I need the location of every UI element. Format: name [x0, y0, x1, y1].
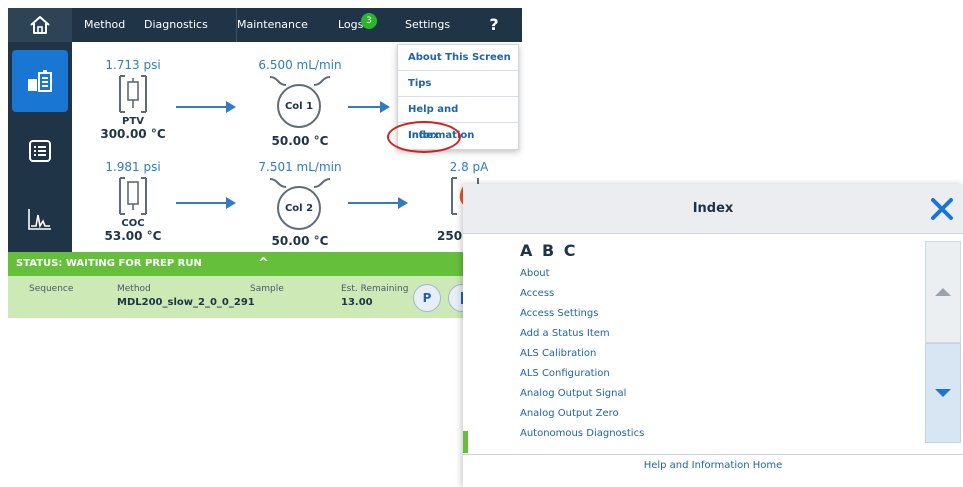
status-text: STATUS: WAITING FOR PREP RUN: [16, 258, 202, 269]
dialog-header: Index: [463, 184, 963, 234]
menu-maintenance[interactable]: Maintenance: [237, 8, 308, 42]
index-dialog: Index A B C About Access Access Settings…: [463, 184, 963, 487]
status-expand-chevron-icon[interactable]: ^: [258, 252, 269, 276]
column2-temperature: 50.00 °C: [271, 234, 329, 248]
list-icon: [29, 140, 51, 162]
detector-signal: 2.8 pA: [449, 160, 489, 174]
prep-run-button[interactable]: P: [413, 284, 441, 312]
sidebar-item-instrument[interactable]: [12, 50, 68, 112]
scroll-up-button[interactable]: [925, 241, 961, 343]
index-entry-add-status-item[interactable]: Add a Status Item: [520, 324, 644, 344]
close-icon[interactable]: [929, 196, 955, 222]
help-button[interactable]: ?: [466, 8, 522, 42]
index-entry-access-settings[interactable]: Access Settings: [520, 304, 644, 324]
index-entry-als-calibration[interactable]: ALS Calibration: [520, 344, 644, 364]
help-and-information-home-link[interactable]: Help and Information Home: [463, 460, 963, 471]
index-highlight-annotation: [387, 121, 461, 153]
inlet2-pressure: 1.981 psi: [105, 160, 161, 174]
triangle-down-icon: [935, 389, 951, 397]
column1-flow: 6.500 mL/min: [258, 58, 342, 72]
sidebar-item-methods-list[interactable]: [12, 120, 68, 182]
sequence-label: Sequence: [29, 284, 74, 294]
index-entry-list: About Access Access Settings Add a Statu…: [520, 264, 644, 444]
inlet2-temperature: 53.00 °C: [104, 229, 162, 243]
coc-inlet-icon: [119, 177, 147, 215]
run-info-bar: Sequence Method MDL200_slow_2_0_0_291 Sa…: [8, 276, 522, 318]
status-bar-edge: [463, 431, 468, 453]
index-entry-analog-output-signal[interactable]: Analog Output Signal: [520, 384, 644, 404]
column2-icon: Col 2: [277, 186, 321, 230]
menu-item-about-this-screen[interactable]: About This Screen: [398, 45, 518, 71]
flow-arrow: [176, 197, 236, 209]
column2-flow: 7.501 mL/min: [258, 160, 342, 174]
index-entry-analog-output-zero[interactable]: Analog Output Zero: [520, 404, 644, 424]
flow-arrow: [348, 197, 408, 209]
menu-item-help-and-information[interactable]: Help and Information: [398, 97, 518, 141]
index-letter-group-heading: A B C: [520, 241, 578, 260]
index-entry-als-configuration[interactable]: ALS Configuration: [520, 364, 644, 384]
method-label: Method: [117, 284, 151, 294]
column1-icon: Col 1: [277, 84, 321, 128]
flow-arrow: [348, 101, 390, 113]
inlet1-temperature: 300.00 °C: [100, 127, 166, 141]
menu-method[interactable]: Method: [84, 8, 125, 42]
inlet1-pressure: 1.713 psi: [105, 58, 161, 72]
sample-label: Sample: [250, 284, 284, 294]
top-navigation-bar: Method Diagnostics Maintenance Logs 3 Se…: [8, 8, 522, 42]
status-bar[interactable]: STATUS: WAITING FOR PREP RUN ^: [8, 252, 522, 276]
home-button[interactable]: [8, 8, 72, 42]
scroll-down-button[interactable]: [925, 343, 961, 443]
index-entry-access[interactable]: Access: [520, 284, 644, 304]
est-remaining-value: 13.00: [341, 297, 373, 308]
index-entry-autonomous-diagnostics[interactable]: Autonomous Diagnostics: [520, 424, 644, 444]
est-remaining-label: Est. Remaining: [341, 284, 409, 294]
dialog-title: Index: [692, 201, 734, 216]
method-value: MDL200_slow_2_0_0_291: [117, 297, 255, 308]
chromatogram-icon: [28, 209, 51, 230]
sidebar: [8, 42, 72, 252]
triangle-up-icon: [935, 288, 951, 296]
instrument-icon: [28, 70, 52, 92]
menu-settings[interactable]: Settings: [405, 8, 450, 42]
logs-count-badge: 3: [361, 13, 377, 29]
sidebar-item-chromatogram[interactable]: [12, 188, 68, 250]
menu-logs[interactable]: Logs: [338, 8, 363, 42]
ptv-inlet-icon: [119, 75, 147, 113]
inlet2-label: COC: [121, 218, 145, 229]
menu-diagnostics[interactable]: Diagnostics: [144, 8, 237, 42]
column1-temperature: 50.00 °C: [271, 134, 329, 148]
menu-item-tips[interactable]: Tips: [398, 71, 518, 97]
index-entry-about[interactable]: About: [520, 264, 644, 284]
prep-run-icon: P: [422, 291, 432, 305]
home-icon: [30, 16, 50, 34]
flow-arrow: [176, 101, 236, 113]
inlet1-label: PTV: [122, 116, 144, 127]
footer-divider: [463, 454, 963, 455]
